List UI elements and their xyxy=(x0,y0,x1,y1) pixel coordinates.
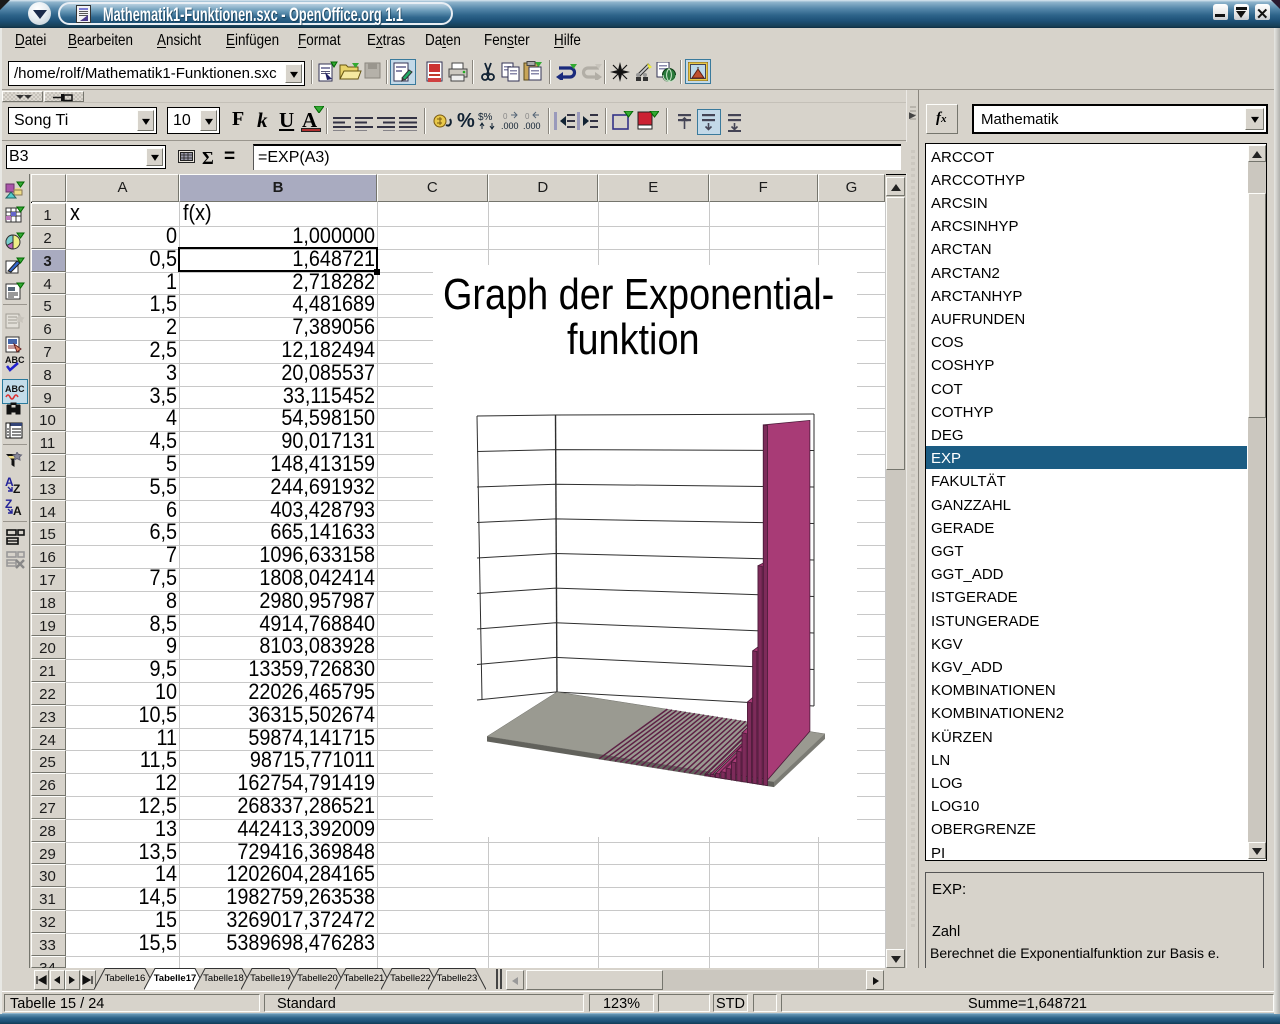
svg-text:$%: $% xyxy=(478,112,493,123)
svg-text:A: A xyxy=(13,504,22,518)
svg-text:0: 0 xyxy=(503,112,508,121)
svg-text:.000: .000 xyxy=(501,121,519,131)
svg-text:ABC: ABC xyxy=(5,355,25,365)
svg-text:0: 0 xyxy=(525,112,530,121)
svg-text:.000: .000 xyxy=(523,121,541,131)
svg-text:ABC: ABC xyxy=(5,384,25,394)
svg-text:Z: Z xyxy=(13,482,20,496)
